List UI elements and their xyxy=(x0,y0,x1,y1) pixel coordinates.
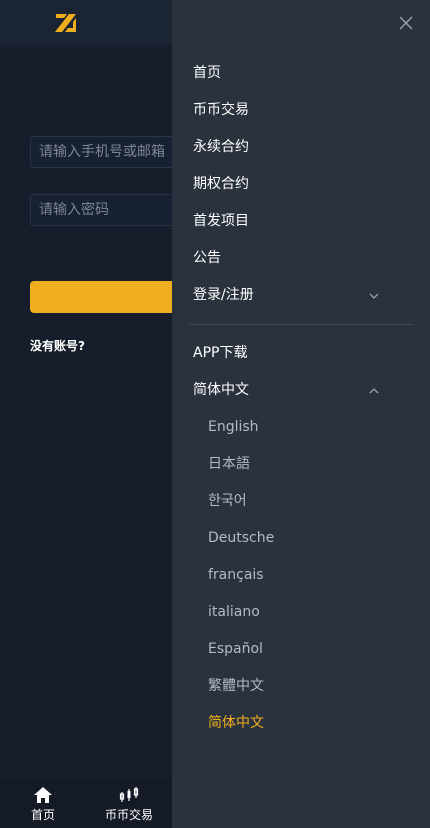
menu-item-login-register[interactable]: 登录/注册 xyxy=(172,277,430,314)
menu-item-language[interactable]: 简体中文 xyxy=(172,372,430,409)
language-option-german[interactable]: Deutsche xyxy=(172,520,430,557)
tab-spot-trading-label: 币币交易 xyxy=(104,808,153,822)
chevron-up-icon xyxy=(369,388,379,394)
phone-email-input[interactable] xyxy=(31,137,189,167)
close-icon[interactable] xyxy=(398,15,414,31)
password-input[interactable] xyxy=(31,195,189,225)
nav-drawer: 首页 币币交易 永续合约 期权合约 首发项目 公告 登录/注册 APP下载 简体… xyxy=(172,0,430,828)
menu-item-spot-trading[interactable]: 币币交易 xyxy=(172,92,430,129)
language-option-spanish[interactable]: Español xyxy=(172,631,430,668)
language-option-french[interactable]: français xyxy=(172,557,430,594)
language-option-italian[interactable]: italiano xyxy=(172,594,430,631)
language-option-japanese[interactable]: 日本語 xyxy=(172,446,430,483)
login-button[interactable] xyxy=(30,281,190,313)
password-field[interactable] xyxy=(30,194,190,226)
menu-item-app-download[interactable]: APP下载 xyxy=(172,335,430,372)
home-icon xyxy=(34,787,52,803)
language-label: 简体中文 xyxy=(193,382,249,398)
language-option-english[interactable]: English xyxy=(172,409,430,446)
menu-item-perpetual[interactable]: 永续合约 xyxy=(172,129,430,166)
tab-home-label: 首页 xyxy=(30,808,55,822)
tab-spot-trading[interactable]: 币币交易 xyxy=(104,786,154,823)
menu-item-options[interactable]: 期权合约 xyxy=(172,166,430,203)
menu-divider xyxy=(188,324,414,325)
chevron-down-icon xyxy=(369,293,379,299)
tab-home[interactable]: 首页 xyxy=(28,786,58,823)
menu-item-home[interactable]: 首页 xyxy=(172,55,430,92)
login-register-label: 登录/注册 xyxy=(193,287,254,303)
drawer-menu: 首页 币币交易 永续合约 期权合约 首发项目 公告 登录/注册 APP下载 简体… xyxy=(172,55,430,742)
brand-logo-icon[interactable] xyxy=(54,11,78,35)
language-option-traditional-chinese[interactable]: 繁體中文 xyxy=(172,668,430,705)
candlestick-icon xyxy=(119,787,139,802)
language-option-simplified-chinese[interactable]: 简体中文 xyxy=(172,705,430,742)
menu-item-launchpad[interactable]: 首发项目 xyxy=(172,203,430,240)
menu-item-announcements[interactable]: 公告 xyxy=(172,240,430,277)
no-account-link[interactable]: 没有账号? xyxy=(30,337,85,354)
phone-email-field[interactable] xyxy=(30,136,190,168)
language-option-korean[interactable]: 한국어 xyxy=(172,483,430,520)
